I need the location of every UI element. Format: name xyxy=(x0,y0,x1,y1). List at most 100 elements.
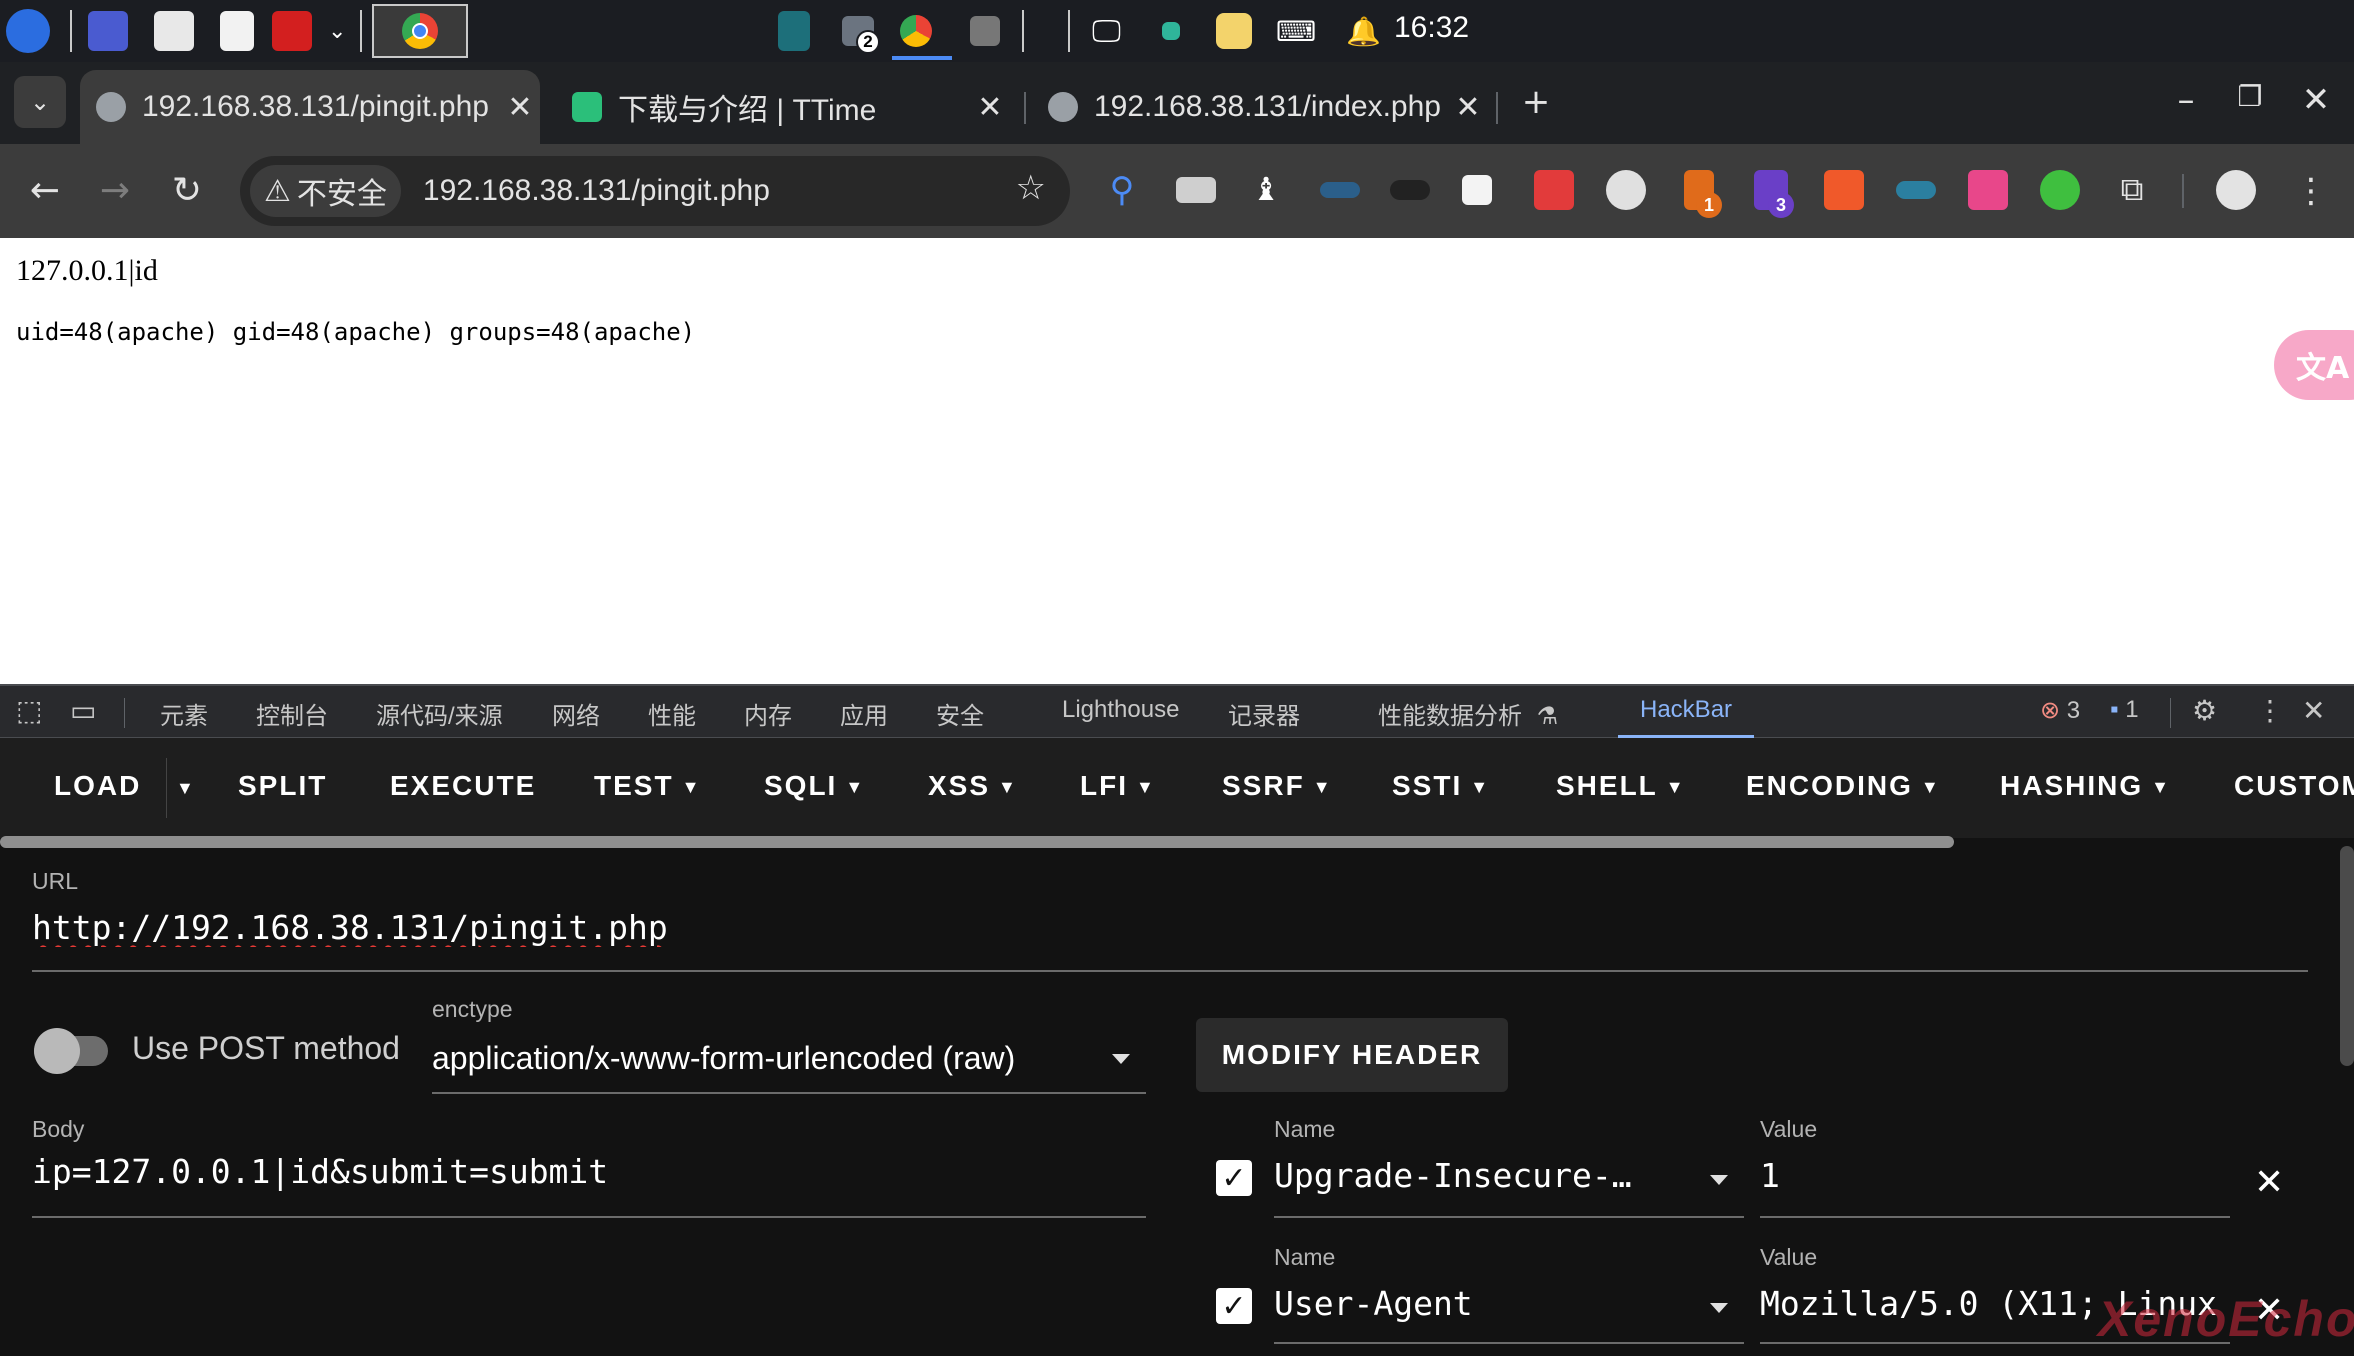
remove-header-icon[interactable]: ✕ xyxy=(2254,1162,2284,1203)
app-icon-gray[interactable] xyxy=(970,8,1000,54)
cookie-extension-icon[interactable] xyxy=(1606,170,1646,210)
tray-pinwheel-icon[interactable] xyxy=(1216,8,1252,54)
error-count[interactable]: ⊗ 3 xyxy=(2040,696,2080,725)
close-tab-icon[interactable]: ✕ xyxy=(970,90,1010,125)
close-tab-icon[interactable]: ✕ xyxy=(500,90,540,125)
tab-memory[interactable]: 内存 xyxy=(744,696,792,731)
lfi-menu[interactable]: LFI ▼ xyxy=(1080,770,1156,802)
keyboard-icon[interactable]: ⌨ xyxy=(1276,8,1316,54)
header-name-input[interactable]: User-Agent xyxy=(1274,1284,1674,1323)
tab-hackbar[interactable]: HackBar xyxy=(1640,696,1732,724)
tab-security[interactable]: 安全 xyxy=(936,696,984,731)
encoding-menu[interactable]: ENCODING ▼ xyxy=(1746,770,1941,802)
app-icon-bolt[interactable] xyxy=(778,8,810,54)
switch-extension-icon[interactable] xyxy=(1824,170,1864,210)
tab-index[interactable]: 192.168.38.131/index.php ✕ xyxy=(1032,70,1488,144)
launcher-icon[interactable] xyxy=(6,8,50,54)
inspect-element-icon[interactable]: ⬚ xyxy=(16,694,42,727)
tab-performance[interactable]: 性能 xyxy=(648,696,696,731)
enctype-select[interactable]: application/x-www-form-urlencoded (raw) xyxy=(432,1040,1015,1077)
menu-label: SHELL xyxy=(1556,770,1658,801)
ssti-menu[interactable]: SSTI ▼ xyxy=(1392,770,1490,802)
tab-pingit[interactable]: 192.168.38.131/pingit.php ✕ xyxy=(80,70,540,144)
header-name-input[interactable]: Upgrade-Insecure-… xyxy=(1274,1156,1674,1195)
panel-vertical-scrollbar[interactable] xyxy=(2340,846,2354,1066)
tab-sources[interactable]: 源代码/来源 xyxy=(376,696,503,731)
new-tab-icon[interactable]: + xyxy=(1512,82,1560,122)
header-value-input[interactable]: 1 xyxy=(1760,1156,2230,1195)
split-button[interactable]: SPLIT xyxy=(238,770,327,802)
bell-icon[interactable]: 🔔 xyxy=(1346,8,1381,54)
tab-search-chevron-icon[interactable]: ⌄ xyxy=(14,76,66,128)
header-name-dropdown-icon[interactable] xyxy=(1710,1303,1728,1313)
tab-ttime[interactable]: 下载与介绍 | TTime ✕ xyxy=(556,70,1010,144)
chess-extension-icon[interactable]: ♝ xyxy=(1246,170,1286,210)
url-input[interactable]: http://192.168.38.131/pingit.php xyxy=(32,908,2302,947)
xss-menu[interactable]: XSS ▼ xyxy=(928,770,1018,802)
puzzle-extensions-icon[interactable]: ⧉ xyxy=(2112,170,2152,210)
body-input[interactable]: ip=127.0.0.1|id&submit=submit xyxy=(32,1152,1142,1191)
translate-float-icon[interactable]: 文A xyxy=(2274,330,2354,400)
chrome-window-button[interactable] xyxy=(372,4,468,58)
custom-menu[interactable]: CUSTOM xyxy=(2234,770,2354,802)
eye-extension-icon[interactable] xyxy=(1320,182,1360,198)
desktop-icon[interactable] xyxy=(88,8,128,54)
tab-application[interactable]: 应用 xyxy=(840,696,888,731)
menu-horizontal-scrollbar[interactable] xyxy=(0,836,1954,848)
restore-icon[interactable]: ❐ xyxy=(2230,80,2270,113)
header-name-dropdown-icon[interactable] xyxy=(1710,1175,1728,1185)
pin-extension-icon[interactable]: ⚲ xyxy=(1102,170,1142,210)
settings-gear-icon[interactable]: ⚙ xyxy=(2192,694,2217,727)
close-window-icon[interactable]: ✕ xyxy=(2296,80,2336,120)
security-chip[interactable]: ⚠ 不安全 xyxy=(250,165,401,217)
device-toolbar-icon[interactable]: ▭ xyxy=(70,694,96,727)
monitor-icon[interactable]: 🖵 xyxy=(1092,8,1121,54)
clock[interactable]: 16:32 xyxy=(1394,11,1469,45)
bookmark-star-icon[interactable]: ☆ xyxy=(1016,168,1046,208)
enctype-dropdown-icon[interactable] xyxy=(1112,1054,1130,1064)
network-extension-icon[interactable] xyxy=(1462,175,1492,205)
tray-app-icon[interactable] xyxy=(1162,8,1180,54)
execute-button[interactable]: EXECUTE xyxy=(390,770,536,802)
address-text[interactable]: 192.168.38.131/pingit.php xyxy=(423,174,770,208)
back-icon[interactable]: ← xyxy=(20,166,70,216)
address-bar[interactable]: ⚠ 不安全 192.168.38.131/pingit.php ☆ xyxy=(240,156,1070,226)
translate-extension-icon[interactable] xyxy=(1968,170,2008,210)
shell-menu[interactable]: SHELL ▼ xyxy=(1556,770,1686,802)
header-enabled-checkbox[interactable]: ✓ xyxy=(1216,1160,1252,1196)
profile-avatar-icon[interactable] xyxy=(2216,170,2256,210)
tab-network[interactable]: 网络 xyxy=(552,696,600,731)
post-toggle-knob[interactable] xyxy=(34,1028,80,1074)
file-manager-icon[interactable] xyxy=(154,8,194,54)
tab-lighthouse[interactable]: Lighthouse xyxy=(1062,696,1179,724)
reload-icon[interactable]: ↻ xyxy=(162,166,212,216)
extension-gray-icon[interactable] xyxy=(1176,177,1216,203)
wave-extension-icon[interactable] xyxy=(1896,181,1936,199)
terminal-icon[interactable] xyxy=(272,8,312,54)
tab-recorder[interactable]: 记录器 xyxy=(1228,696,1300,731)
tab-console[interactable]: 控制台 xyxy=(256,696,328,731)
minimize-icon[interactable]: – xyxy=(2166,80,2206,120)
tab-elements[interactable]: 元素 xyxy=(160,696,208,731)
close-devtools-icon[interactable]: ✕ xyxy=(2302,694,2325,727)
modify-header-button[interactable]: MODIFY HEADER xyxy=(1196,1018,1508,1092)
hat-extension-icon[interactable] xyxy=(1390,180,1430,200)
message-count[interactable]: ▪ 1 xyxy=(2110,696,2139,724)
ssrf-menu[interactable]: SSRF ▼ xyxy=(1222,770,1333,802)
load-button[interactable]: LOAD xyxy=(54,770,141,802)
tab-performance-insights[interactable]: 性能数据分析 ⚗ xyxy=(1378,696,1558,731)
menu-kebab-icon[interactable]: ⋮ xyxy=(2286,166,2336,216)
devtools-menu-icon[interactable]: ⋮ xyxy=(2256,694,2284,727)
forward-icon[interactable]: → xyxy=(90,166,140,216)
green-circle-extension-icon[interactable] xyxy=(2040,170,2080,210)
chevron-down-icon[interactable]: ⌄ xyxy=(328,8,346,54)
header-enabled-checkbox[interactable]: ✓ xyxy=(1216,1288,1252,1324)
test-menu[interactable]: TEST ▼ xyxy=(594,770,701,802)
dice-extension-icon[interactable] xyxy=(1534,170,1574,210)
sqli-menu[interactable]: SQLI ▼ xyxy=(764,770,865,802)
hashing-menu[interactable]: HASHING ▼ xyxy=(2000,770,2171,802)
load-options-caret-icon[interactable]: ▼ xyxy=(176,778,196,799)
chrome-taskbar-icon[interactable] xyxy=(900,8,932,54)
close-tab-icon[interactable]: ✕ xyxy=(1448,90,1488,125)
text-editor-icon[interactable] xyxy=(220,8,254,54)
